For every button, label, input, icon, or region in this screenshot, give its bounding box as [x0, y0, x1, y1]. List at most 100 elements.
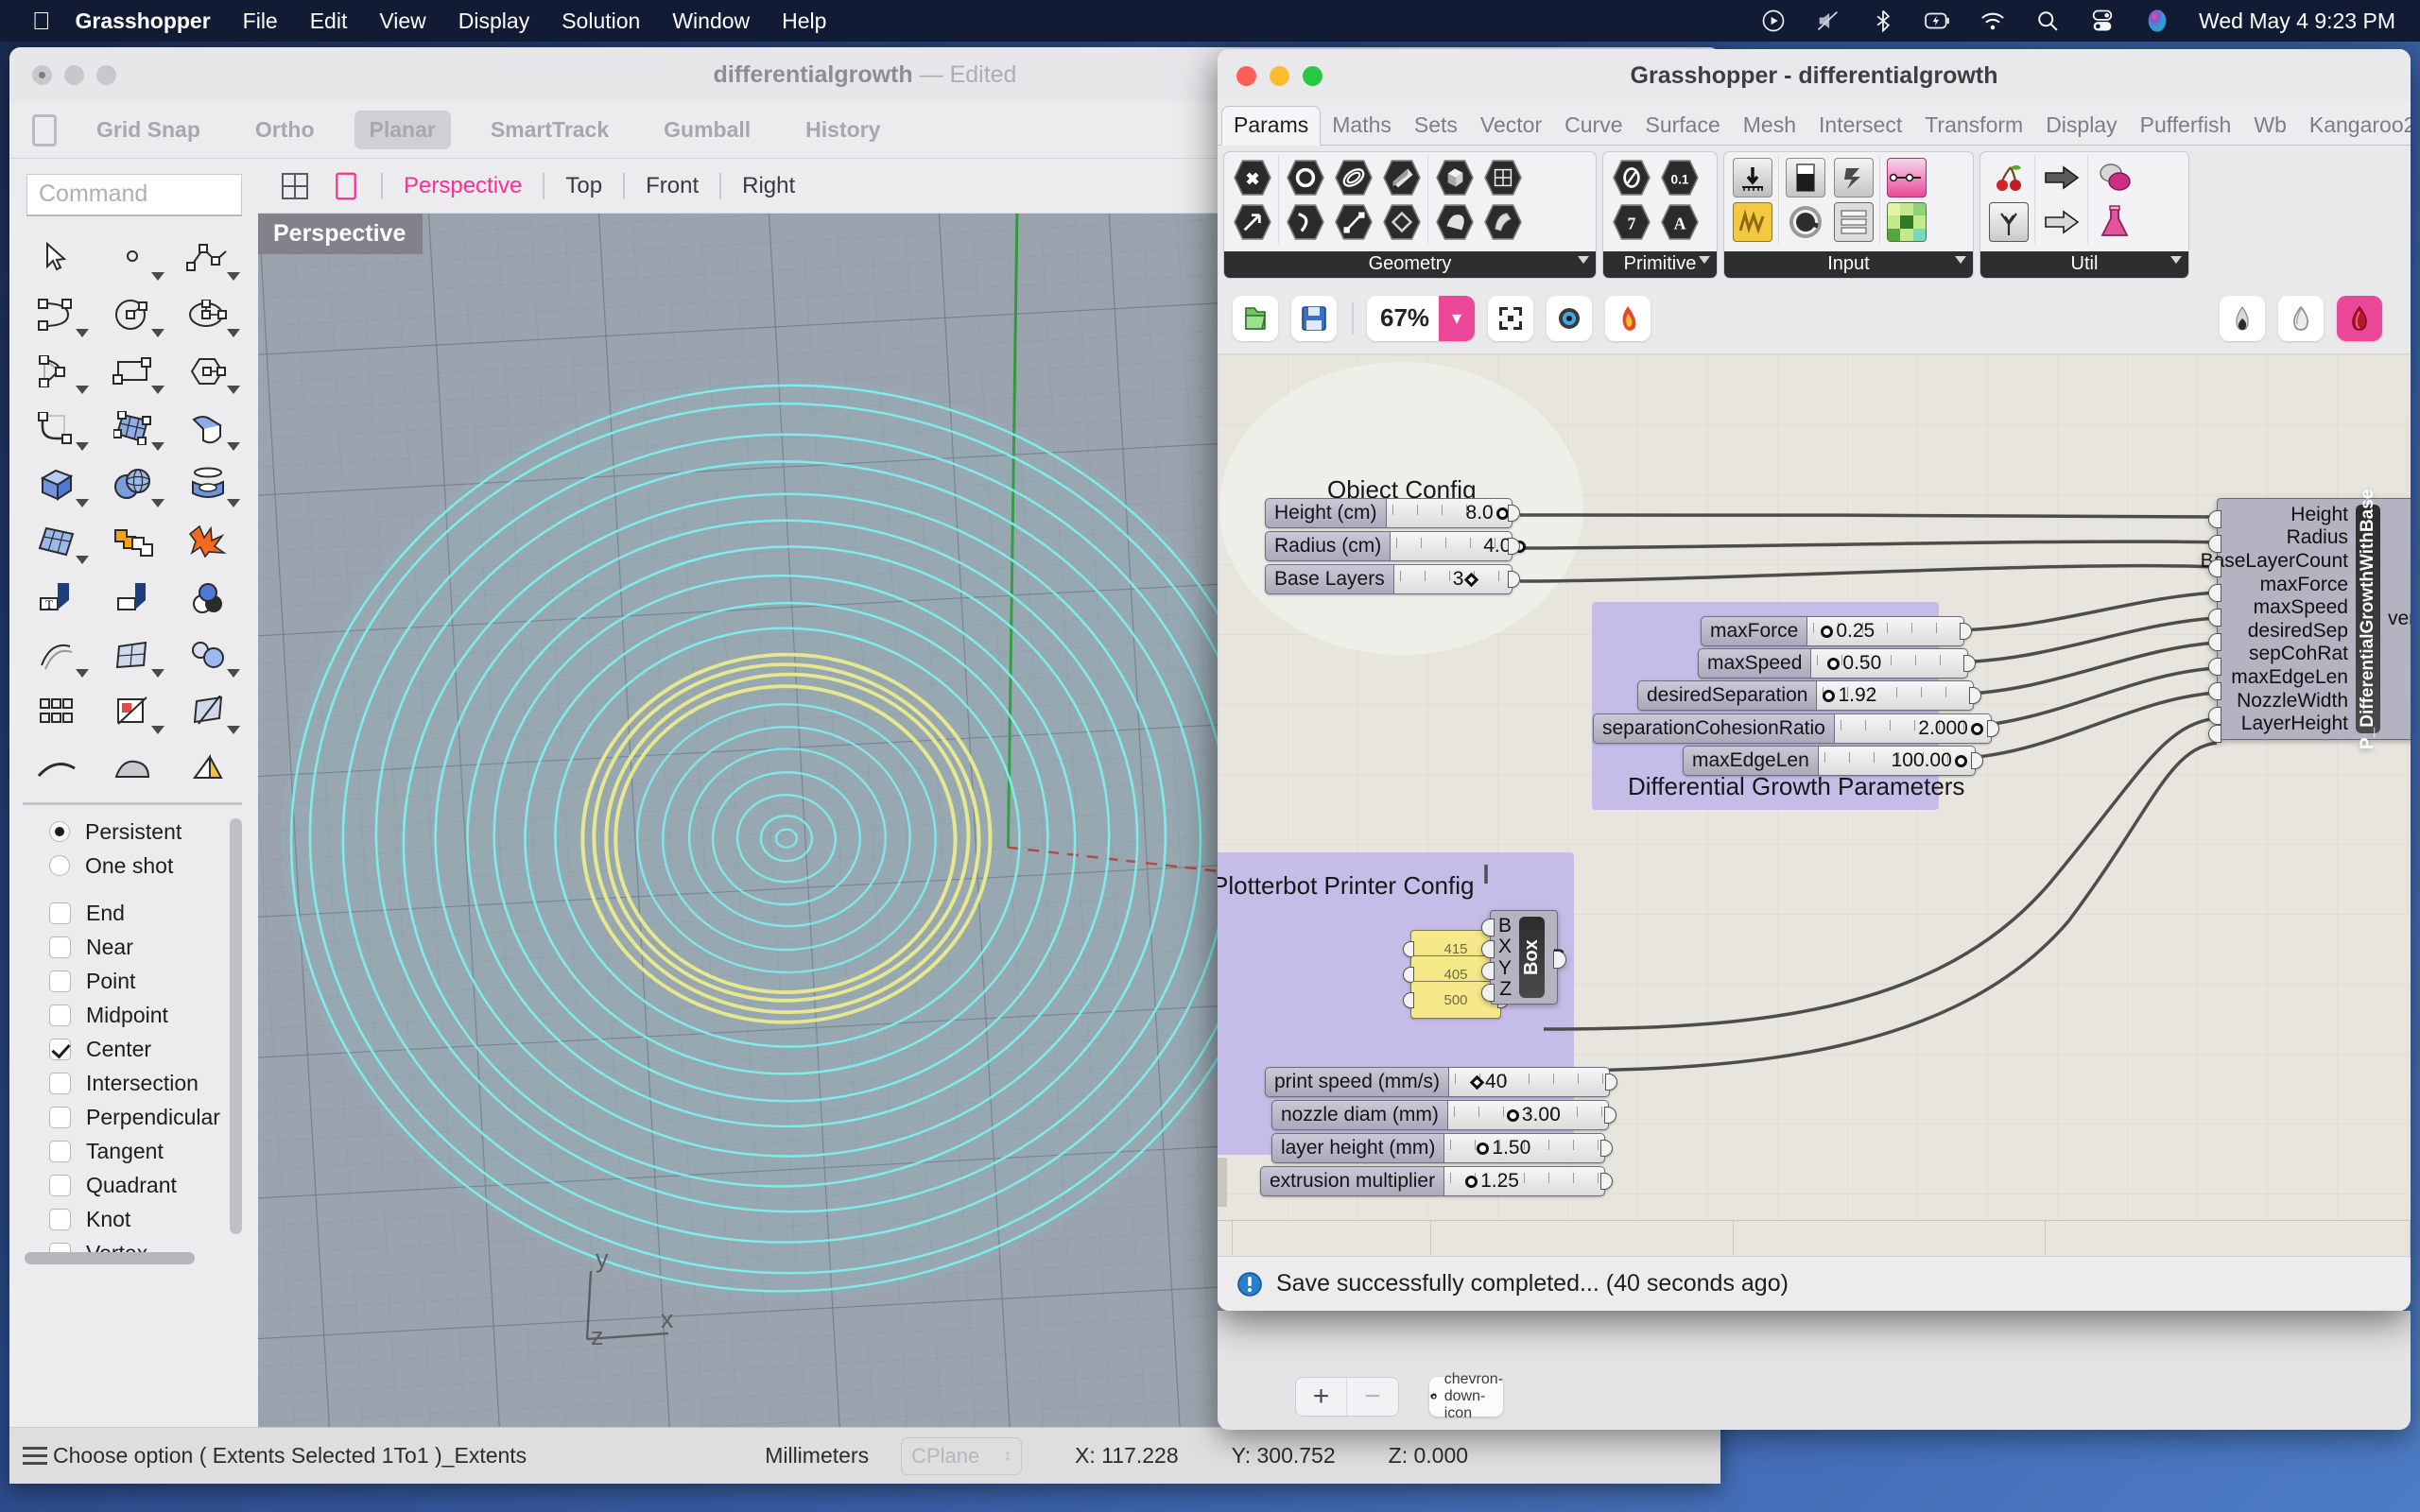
- slider-knob-icon[interactable]: [1464, 572, 1479, 587]
- menu-item-grasshopper[interactable]: Grasshopper: [76, 9, 211, 34]
- four-view-layout-icon[interactable]: [281, 172, 309, 200]
- menu-item-view[interactable]: View: [379, 9, 425, 34]
- slider-knob-icon[interactable]: [1954, 754, 1967, 767]
- toggle-ortho[interactable]: Ortho: [240, 111, 330, 149]
- slider-extrusion-multiplier[interactable]: extrusion multiplier 1.25: [1260, 1166, 1614, 1196]
- slider-track[interactable]: 3: [1393, 564, 1520, 594]
- checkbox-center-icon[interactable]: [49, 1038, 71, 1060]
- sidebar-toggle-icon[interactable]: [32, 113, 57, 146]
- tab-kangaroo2[interactable]: Kangaroo2: [2298, 107, 2411, 145]
- widget-pen-button[interactable]: [2220, 295, 2265, 341]
- polygon-icon[interactable]: [170, 343, 246, 400]
- boolean-union-icon[interactable]: [95, 513, 170, 570]
- checkbox-knot-icon[interactable]: [49, 1208, 71, 1230]
- ellipse-icon[interactable]: [170, 286, 246, 343]
- osnap-midpoint[interactable]: Midpoint: [9, 998, 255, 1032]
- open-file-button[interactable]: [1233, 295, 1278, 341]
- line-param-icon[interactable]: [1329, 199, 1377, 244]
- save-file-button[interactable]: [1291, 295, 1337, 341]
- cluster-port-layerheight[interactable]: [2208, 725, 2221, 743]
- tab-params[interactable]: Params: [1221, 106, 1322, 146]
- tab-intersect[interactable]: Intersect: [1807, 107, 1913, 145]
- cluster-icon[interactable]: [2090, 155, 2138, 199]
- circle-icon[interactable]: [95, 286, 170, 343]
- menu-item-edit[interactable]: Edit: [310, 9, 348, 34]
- slider-maxedgelen[interactable]: maxEdgeLen 100.00: [1683, 746, 1983, 776]
- slider-maxforce[interactable]: maxForce 0.25: [1701, 616, 1973, 646]
- geometry-x-icon[interactable]: ✖: [1228, 155, 1276, 199]
- gradient-icon[interactable]: [1882, 155, 1930, 199]
- sphere-boolean-icon[interactable]: [95, 456, 170, 513]
- search-icon[interactable]: [2034, 8, 2061, 34]
- slider-layer-height[interactable]: layer height (mm) 1.50: [1271, 1133, 1614, 1163]
- radio-persistent-icon[interactable]: [49, 821, 70, 842]
- layers-icon[interactable]: [170, 570, 246, 627]
- status-menu-icon[interactable]: [23, 1442, 47, 1469]
- box-port-y-in[interactable]: [1481, 962, 1495, 980]
- tab-wb[interactable]: Wb: [2242, 107, 2298, 145]
- chevron-down-icon[interactable]: ▾: [1439, 295, 1476, 341]
- text-param-icon[interactable]: A: [1655, 199, 1703, 244]
- canvas-scroll-nub[interactable]: [1218, 1158, 1227, 1207]
- checkbox-tangent-icon[interactable]: [49, 1140, 71, 1162]
- fillet-curve-icon[interactable]: [19, 400, 95, 456]
- slider-knob-icon[interactable]: [1469, 1074, 1485, 1090]
- grid-icon[interactable]: [19, 683, 95, 740]
- checkbox-quadrant-icon[interactable]: [49, 1174, 71, 1196]
- text-icon[interactable]: T: [19, 570, 95, 627]
- osnap-horizontal-scrollbar[interactable]: [25, 1252, 195, 1264]
- slider-track[interactable]: 100.00: [1818, 746, 1983, 776]
- slider-knob-icon[interactable]: [1506, 1108, 1519, 1122]
- slider-knob-icon[interactable]: [1477, 1142, 1490, 1155]
- siri-icon[interactable]: [2144, 8, 2170, 34]
- osnap-knot[interactable]: Knot: [9, 1202, 255, 1236]
- panel-pin-icon[interactable]: [1699, 256, 1710, 264]
- zoom-level-control[interactable]: 67% ▾: [1367, 295, 1476, 341]
- plane-param-icon[interactable]: [1377, 199, 1426, 244]
- slider-knob-icon[interactable]: [1823, 689, 1836, 702]
- widget-leaf-button[interactable]: [2278, 295, 2324, 341]
- arc-icon[interactable]: [19, 286, 95, 343]
- control-center-icon[interactable]: [2089, 8, 2116, 34]
- select-arrow-icon[interactable]: [19, 230, 95, 286]
- add-button[interactable]: +: [1296, 1378, 1347, 1416]
- cluster-port-height[interactable]: [2208, 510, 2221, 528]
- rectangle-icon[interactable]: [95, 343, 170, 400]
- menu-item-solution[interactable]: Solution: [562, 9, 640, 34]
- surface-from-points-icon[interactable]: [95, 400, 170, 456]
- cluster-port-radius[interactable]: [2208, 535, 2221, 553]
- viewport-tab-top[interactable]: Top: [565, 173, 602, 199]
- mesh-icon[interactable]: [95, 627, 170, 683]
- slider-knob-icon[interactable]: [1827, 657, 1841, 670]
- toggle-grid-snap[interactable]: Grid Snap: [81, 111, 216, 149]
- relay-arrow-light-icon[interactable]: [2037, 199, 2085, 244]
- battery-charging-icon[interactable]: [1925, 8, 1951, 34]
- subd-param-icon[interactable]: [1478, 199, 1527, 244]
- render-icon[interactable]: [170, 740, 246, 797]
- cluster-port-maxspeed[interactable]: [2208, 609, 2221, 627]
- circle-param-icon[interactable]: [1281, 155, 1329, 199]
- panel-pin-icon[interactable]: [1578, 256, 1589, 264]
- chevron-down-icon[interactable]: chevron-down-icon: [1444, 1371, 1503, 1422]
- menu-item-display[interactable]: Display: [458, 9, 529, 34]
- input-port[interactable]: [1403, 991, 1414, 1008]
- boolean-param-icon[interactable]: [1607, 155, 1655, 199]
- brep-param-icon[interactable]: [1430, 199, 1478, 244]
- box-param-icon[interactable]: [1430, 155, 1478, 199]
- toggle-planar[interactable]: Planar: [354, 111, 451, 149]
- menu-item-file[interactable]: File: [243, 9, 278, 34]
- single-view-layout-icon[interactable]: [332, 172, 360, 200]
- viewport-tab-perspective[interactable]: Perspective: [404, 173, 522, 199]
- split-icon[interactable]: [170, 683, 246, 740]
- radio-one-shot-icon[interactable]: [49, 855, 70, 876]
- slider-track[interactable]: 1.92: [1817, 680, 1982, 711]
- slider-height-cm[interactable]: Height (cm) 8.0: [1265, 498, 1520, 528]
- tab-mesh[interactable]: Mesh: [1732, 107, 1807, 145]
- input-port[interactable]: [1403, 940, 1414, 957]
- widget-rhino-button[interactable]: [2337, 295, 2382, 341]
- number-param-icon[interactable]: 0.1: [1655, 155, 1703, 199]
- slider-track[interactable]: 40: [1449, 1067, 1618, 1097]
- checkbox-midpoint-icon[interactable]: [49, 1004, 71, 1026]
- settings-menu-button[interactable]: chevron-down-icon: [1429, 1371, 1503, 1421]
- cylinder-icon[interactable]: [170, 456, 246, 513]
